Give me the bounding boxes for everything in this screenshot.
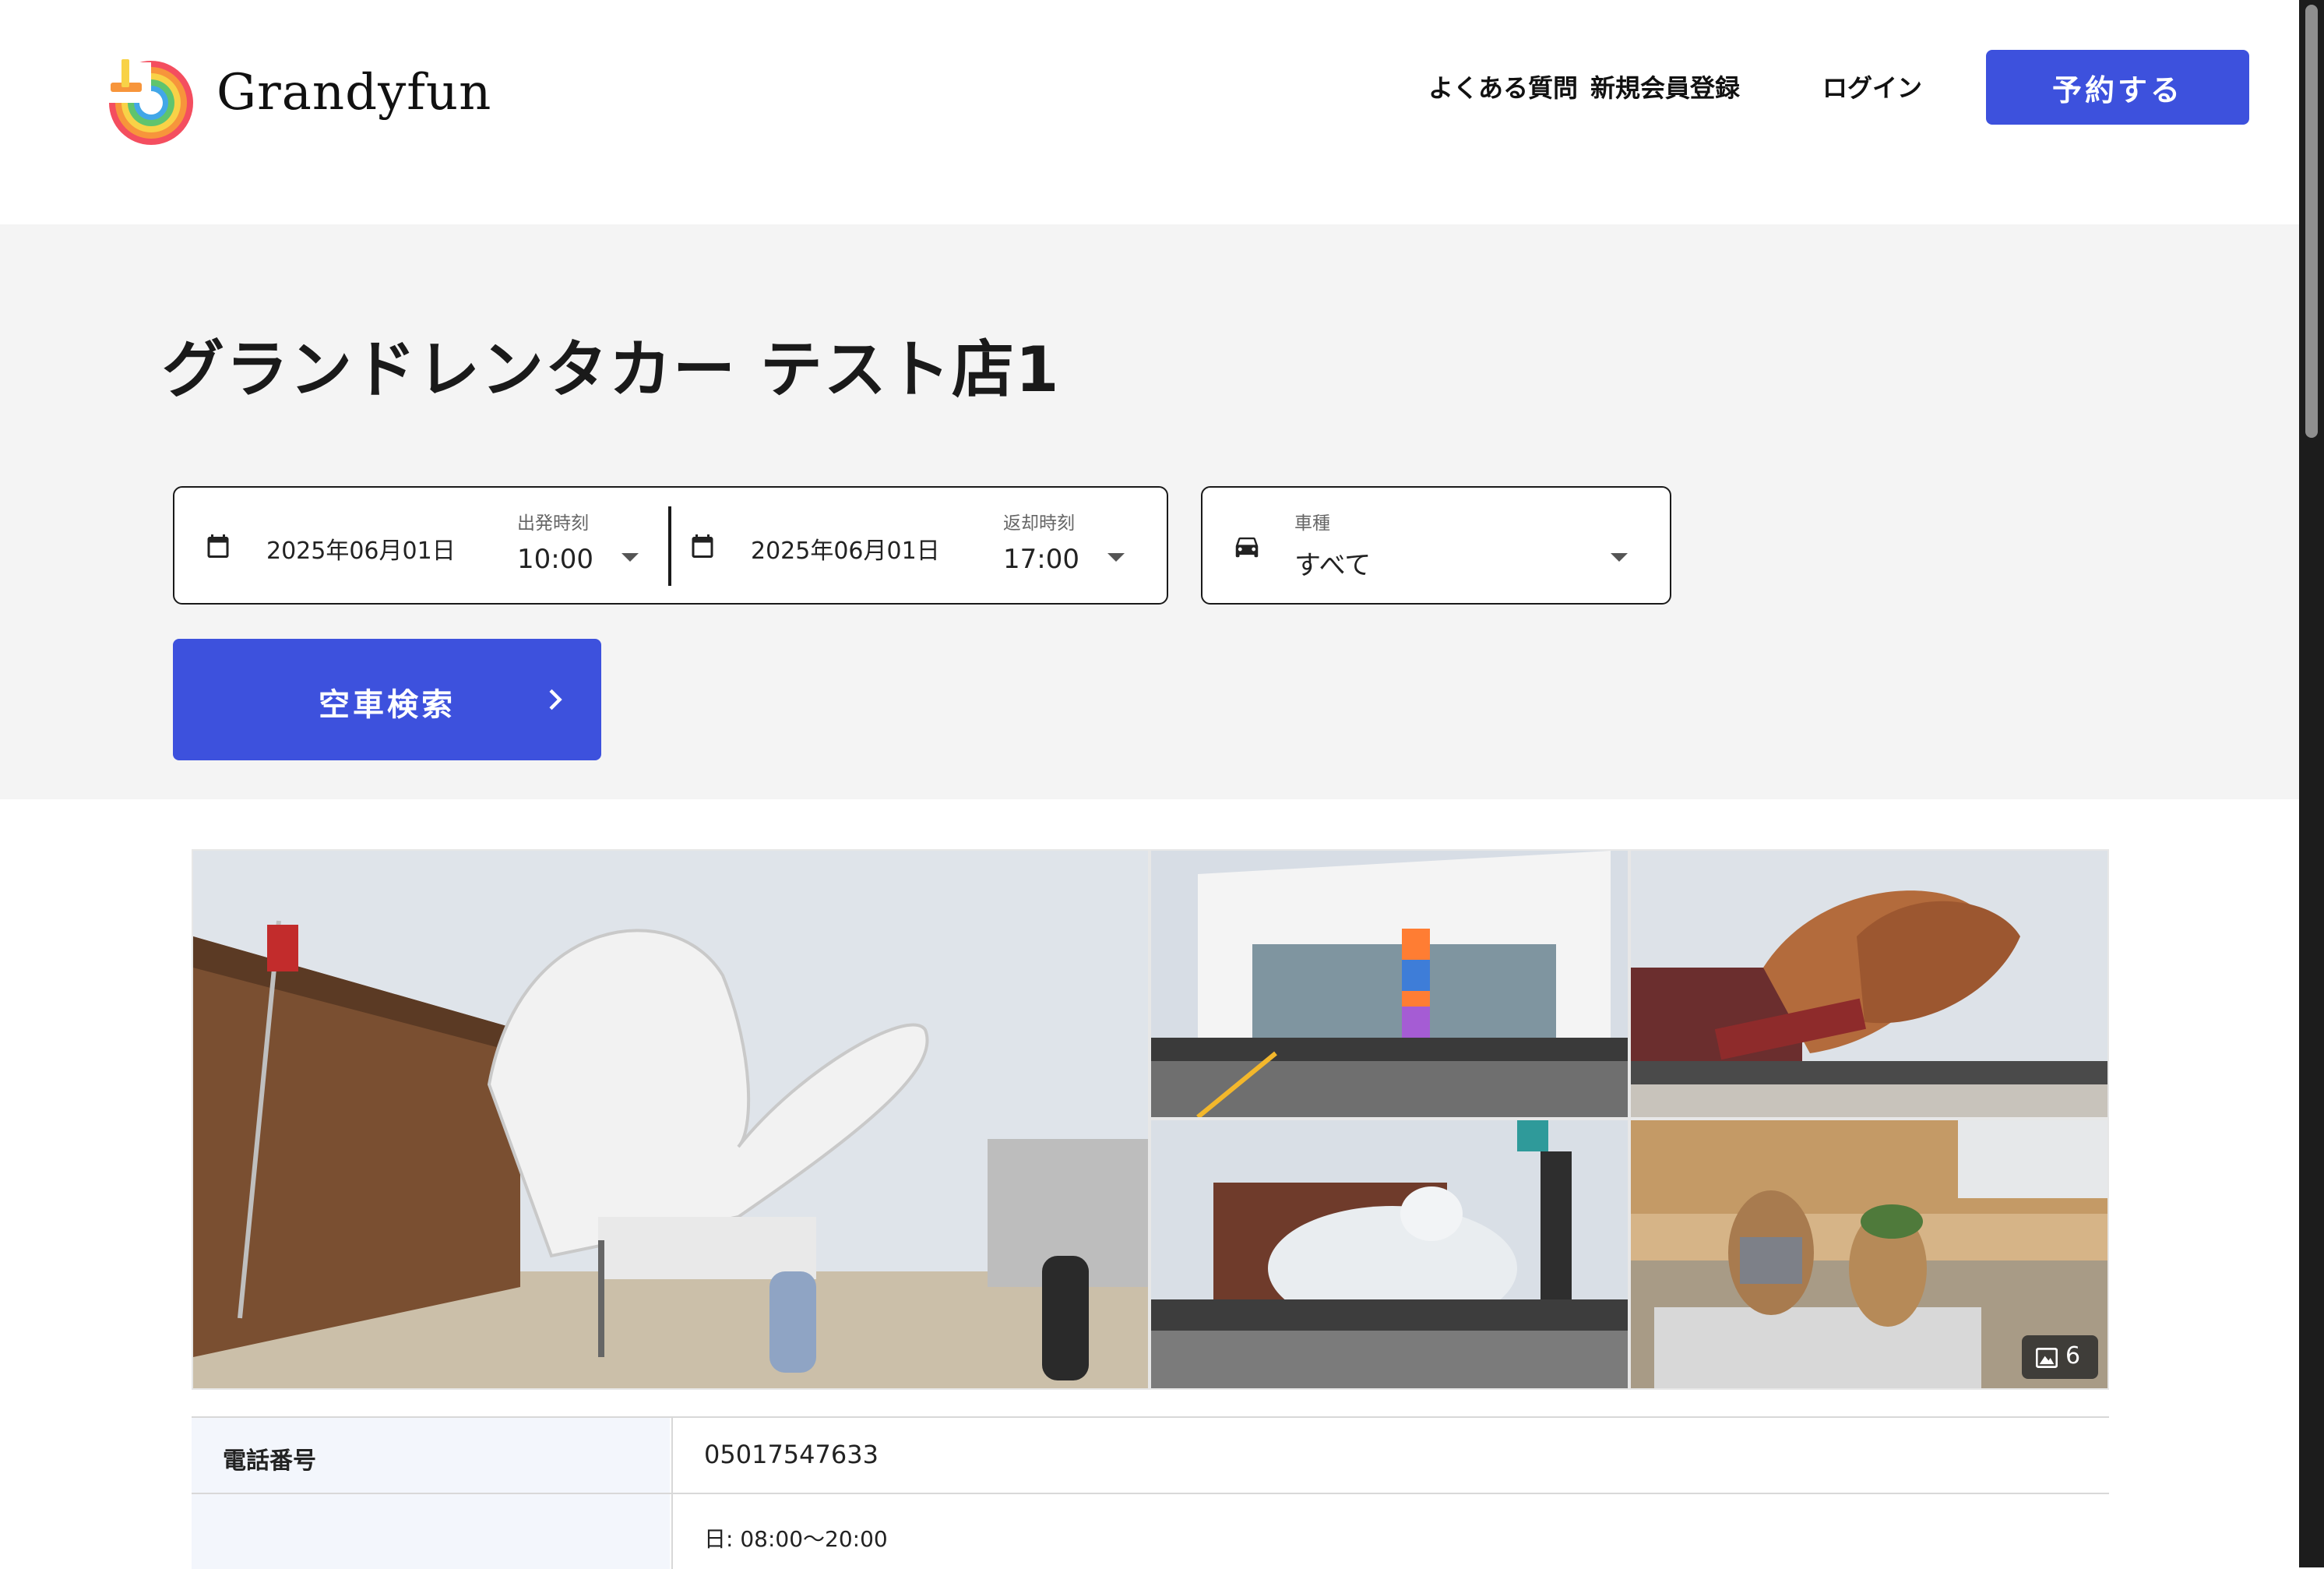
site-header: Grandyfun よくある質問 新規会員登録 ログイン 予約する bbox=[0, 0, 2299, 224]
pavilion-photo-image bbox=[1631, 851, 2107, 1117]
gallery-photo-3[interactable] bbox=[1631, 851, 2107, 1117]
date-divider bbox=[668, 506, 671, 586]
photo-count-badge[interactable]: 6 bbox=[2022, 1335, 2098, 1379]
departure-time-value[interactable]: 10:00 bbox=[517, 544, 593, 575]
hours-sunday: 日: 08:00〜20:00 bbox=[704, 1526, 888, 1552]
nav-faq-link[interactable]: よくある質問 bbox=[1428, 69, 1578, 104]
calendar-icon[interactable] bbox=[204, 531, 232, 561]
search-button-label: 空車検索 bbox=[319, 687, 456, 723]
gallery-main-photo[interactable] bbox=[193, 851, 1148, 1388]
table-value-cell: 05017547633 bbox=[671, 1418, 2111, 1493]
car-type-value[interactable]: すべて bbox=[1294, 544, 1371, 582]
shop-title: グランドレンタカー テスト店1 bbox=[162, 333, 1061, 406]
image-icon bbox=[2036, 1348, 2058, 1368]
table-row-phone: 電話番号 05017547633 bbox=[192, 1418, 2109, 1494]
scrollbar-thumb[interactable] bbox=[2305, 5, 2318, 438]
car-type-label: 車種 bbox=[1294, 513, 1330, 534]
phone-label: 電話番号 bbox=[223, 1447, 316, 1475]
calendar-icon[interactable] bbox=[688, 531, 717, 561]
grandyfun-logo[interactable] bbox=[100, 48, 202, 151]
phone-value[interactable]: 05017547633 bbox=[704, 1440, 879, 1469]
reserve-button[interactable]: 予約する bbox=[1986, 50, 2249, 125]
nav-signup-link[interactable]: 新規会員登録 bbox=[1590, 69, 1740, 104]
return-time-value[interactable]: 17:00 bbox=[1003, 544, 1079, 575]
departure-date[interactable]: 2025年06月01日 bbox=[266, 531, 456, 566]
car-icon bbox=[1235, 537, 1259, 558]
table-value-cell: 日: 08:00〜20:00 bbox=[671, 1494, 2111, 1569]
chevron-down-icon[interactable] bbox=[1611, 553, 1628, 562]
chevron-down-icon[interactable] bbox=[621, 553, 639, 562]
return-date[interactable]: 2025年06月01日 bbox=[751, 531, 940, 566]
table-label-cell bbox=[192, 1494, 670, 1569]
pavilion-photo-image bbox=[1151, 1120, 1628, 1388]
nav-login-link[interactable]: ログイン bbox=[1822, 69, 1922, 104]
page-scrollbar[interactable] bbox=[2299, 0, 2324, 1567]
photo-count-text: 6 bbox=[2065, 1342, 2081, 1370]
gallery-photo-4[interactable] bbox=[1151, 1120, 1628, 1388]
gallery-photo-2[interactable] bbox=[1151, 851, 1628, 1117]
date-time-picker: 2025年06月01日 出発時刻 10:00 2025年06月01日 返却時刻 … bbox=[173, 486, 1168, 605]
pavilion-photo-image bbox=[193, 851, 1148, 1388]
chevron-down-icon[interactable] bbox=[1107, 553, 1125, 562]
table-row-hours: 日: 08:00〜20:00 bbox=[192, 1494, 2109, 1569]
brand-name[interactable]: Grandyfun bbox=[217, 64, 491, 122]
search-section: グランドレンタカー テスト店1 2025年06月01日 出発時刻 10:00 2… bbox=[0, 224, 2299, 799]
car-type-select[interactable]: 車種 すべて bbox=[1201, 486, 1671, 605]
photo-gallery[interactable]: 6 bbox=[192, 849, 2109, 1390]
pavilion-photo-image bbox=[1151, 851, 1628, 1117]
departure-time-label: 出発時刻 bbox=[517, 513, 589, 534]
table-label-cell: 電話番号 bbox=[192, 1418, 670, 1493]
shop-info-table: 電話番号 05017547633 日: 08:00〜20:00 bbox=[192, 1416, 2109, 1569]
return-time-label: 返却時刻 bbox=[1003, 513, 1075, 534]
chevron-right-icon bbox=[549, 689, 562, 710]
search-availability-button[interactable]: 空車検索 bbox=[173, 639, 601, 760]
